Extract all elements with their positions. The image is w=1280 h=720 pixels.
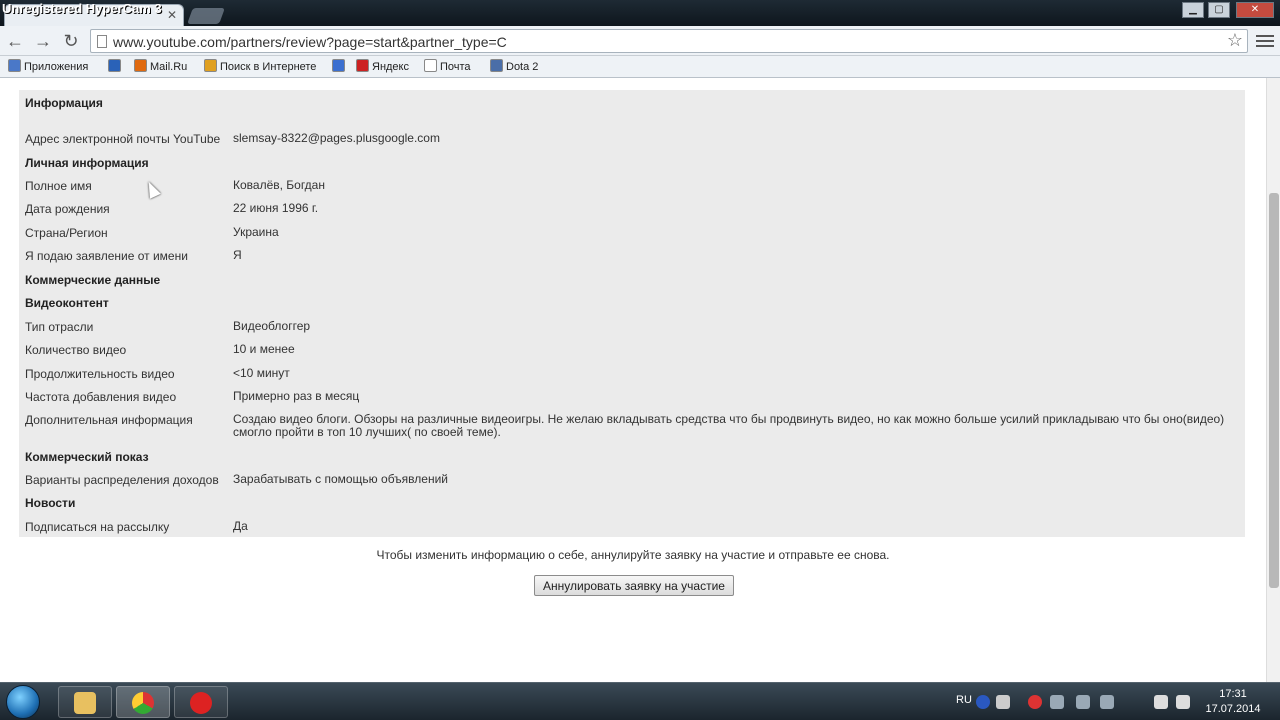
bookmark-favicon-icon: [8, 59, 21, 72]
field-value: Зарабатывать с помощью объявлений: [233, 472, 448, 486]
field-label: Тип отрасли: [25, 320, 94, 334]
language-indicator[interactable]: RU: [956, 694, 972, 706]
review-panel: Информация Адрес электронной почты YouTub…: [19, 90, 1245, 537]
field-label: Дополнительная информация: [25, 413, 193, 427]
bookmark-favicon-icon: [490, 59, 503, 72]
folder-icon: [74, 692, 96, 714]
section-heading: Новости: [25, 496, 76, 510]
help-icon[interactable]: [976, 695, 990, 709]
chrome-icon: [132, 692, 154, 714]
window-titlebar: ✕ Unregistered HyperCam 3 ▁ ▢ ✕: [0, 0, 1280, 26]
browser-menu-icon[interactable]: [1256, 32, 1274, 50]
field-value: Украина: [233, 225, 279, 239]
clock-time: 17:31: [1219, 688, 1247, 700]
field-label: Адрес электронной почты YouTube: [25, 132, 221, 146]
clock-date: 17.07.2014: [1205, 703, 1261, 715]
field-label: Страна/Регион: [25, 226, 108, 240]
field-value: <10 минут: [233, 366, 290, 380]
bookmark-favicon-icon: [356, 59, 369, 72]
bookmark-item[interactable]: Dota 2: [490, 59, 538, 73]
system-clock[interactable]: 17:31 17.07.2014: [1198, 687, 1268, 717]
bookmark-item[interactable]: Приложения: [8, 59, 88, 73]
field-label: Дата рождения: [25, 202, 110, 216]
taskbar-hypercam[interactable]: [174, 686, 228, 718]
bookmark-item[interactable]: Яндекс: [356, 59, 409, 73]
page-icon: [97, 35, 107, 48]
section-heading: Коммерческий показ: [25, 450, 149, 464]
field-value: slemsay-8322@pages.plusgoogle.com: [233, 131, 440, 145]
field-label: Продолжительность видео: [25, 367, 175, 381]
new-tab-button[interactable]: [187, 8, 225, 24]
bookmark-label: Почта: [440, 61, 471, 73]
close-window-button[interactable]: ✕: [1236, 2, 1274, 18]
start-button[interactable]: [6, 685, 40, 719]
volume-icon[interactable]: [1176, 695, 1190, 709]
field-value: 22 июня 1996 г.: [233, 201, 319, 215]
tab-close-icon[interactable]: ✕: [167, 8, 177, 22]
bookmark-favicon-icon: [204, 59, 217, 72]
bookmark-favicon-icon: [108, 59, 121, 72]
network-icon[interactable]: [1154, 695, 1168, 709]
field-label: Полное имя: [25, 179, 92, 193]
bookmarks-bar: Приложения Mail.Ru Поиск в Интернете Яндекс…: [0, 56, 1280, 78]
field-label: Частота добавления видео: [25, 390, 177, 404]
tray-arrow-icon[interactable]: [996, 695, 1010, 709]
taskbar-chrome[interactable]: [116, 686, 170, 718]
tray-app-icon[interactable]: [1050, 695, 1064, 709]
page-content: Информация Адрес электронной почты YouTub…: [0, 78, 1280, 682]
withdraw-application-button[interactable]: Аннулировать заявку на участие: [534, 575, 734, 596]
maximize-button[interactable]: ▢: [1208, 2, 1230, 18]
field-value: Да: [233, 519, 248, 533]
bookmark-item[interactable]: Почта: [424, 59, 471, 73]
field-value: Создаю видео блоги. Обзоры на различные …: [233, 412, 1225, 439]
recorder-watermark: Unregistered HyperCam 3: [2, 1, 162, 16]
bookmark-favicon-icon: [134, 59, 147, 72]
section-heading: Информация: [25, 96, 103, 110]
field-value: 10 и менее: [233, 342, 295, 356]
field-value: Видеоблоггер: [233, 319, 311, 333]
taskbar-explorer[interactable]: [58, 686, 112, 718]
reload-button[interactable]: ↻: [60, 30, 82, 52]
field-value: Я: [233, 248, 242, 262]
forward-button[interactable]: →: [32, 30, 54, 52]
field-value: Примерно раз в месяц: [233, 389, 360, 403]
bookmark-favicon-icon: [332, 59, 345, 72]
field-label: Количество видео: [25, 343, 127, 357]
bookmark-item[interactable]: Поиск в Интернете: [204, 59, 316, 73]
scrollbar-thumb[interactable]: [1269, 193, 1279, 588]
section-heading: Личная информация: [25, 156, 149, 170]
windows-taskbar: RU 17:31 17.07.2014: [0, 682, 1280, 720]
section-heading: Видеоконтент: [25, 296, 109, 310]
tray-app-icon-2[interactable]: [1076, 695, 1090, 709]
tray-app-icon-3[interactable]: [1100, 695, 1114, 709]
bookmark-star-icon[interactable]: ☆: [1227, 30, 1243, 51]
bookmark-item[interactable]: [332, 59, 348, 73]
bookmark-item[interactable]: [108, 59, 124, 73]
field-label: Подписаться на рассылку: [25, 520, 170, 534]
address-bar[interactable]: www.youtube.com/partners/review?page=sta…: [90, 29, 1248, 53]
bookmark-favicon-icon: [424, 59, 437, 72]
back-button[interactable]: ←: [4, 30, 26, 52]
minimize-button[interactable]: ▁: [1182, 2, 1204, 18]
record-icon: [190, 692, 212, 714]
bookmark-label: Приложения: [24, 61, 89, 73]
bookmark-label: Поиск в Интернете: [220, 61, 317, 73]
hypercam-tray-icon[interactable]: [1028, 695, 1042, 709]
page-scrollbar[interactable]: [1266, 78, 1280, 682]
browser-toolbar: ← → ↻ www.youtube.com/partners/review?pa…: [0, 26, 1280, 56]
field-label: Я подаю заявление от имени: [25, 249, 188, 263]
section-heading: Коммерческие данные: [25, 273, 161, 287]
field-label: Варианты распределения доходов: [25, 473, 219, 487]
resubmit-note: Чтобы изменить информацию о себе, аннули…: [376, 548, 890, 562]
bookmark-label: Dota 2: [506, 61, 539, 73]
bookmark-label: Яндекс: [372, 61, 409, 73]
field-value: Ковалёв, Богдан: [233, 178, 325, 192]
bookmark-label: Mail.Ru: [150, 61, 188, 73]
bookmark-item[interactable]: Mail.Ru: [134, 59, 187, 73]
url-text: www.youtube.com/partners/review?page=sta…: [113, 34, 507, 50]
